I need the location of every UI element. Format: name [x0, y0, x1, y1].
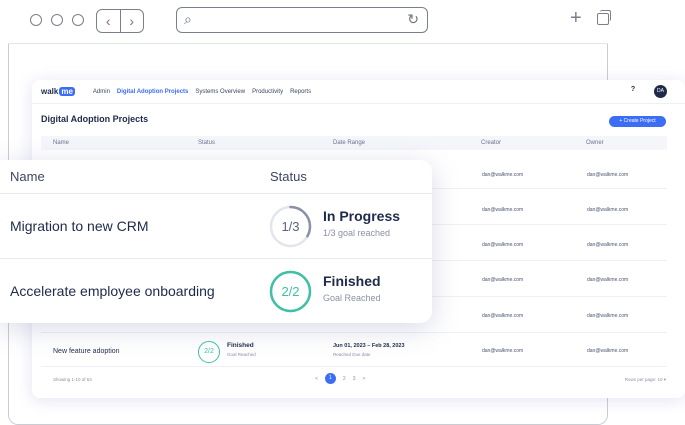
page-1[interactable]: 1 — [324, 373, 336, 384]
row-divider — [41, 366, 667, 367]
overlay-col-status[interactable]: Status — [270, 169, 307, 184]
logo-text: walk — [41, 87, 59, 96]
progress-label: 2/2 — [281, 284, 300, 299]
browser-toolbar: ‹ › ⌕ ↻ + — [8, 0, 611, 44]
row-creator: dan@walkme.com — [482, 242, 524, 248]
overlay-header: Name Status — [0, 160, 432, 194]
row-creator: dan@walkme.com — [482, 313, 524, 319]
progress-ring: 2/2 — [269, 270, 312, 313]
row-owner: dan@walkme.com — [587, 207, 629, 213]
avatar[interactable]: DA — [654, 85, 667, 98]
progress-ring: 1/3 — [269, 205, 312, 248]
zoomed-projects-card: Name Status Migration to new CRM 1/3 In … — [0, 160, 432, 323]
project-status-sub: Goal Reached — [323, 293, 381, 303]
row-creator: dan@walkme.com — [482, 277, 524, 283]
page-title: Digital Adoption Projects — [41, 114, 149, 124]
rows-per-page-select[interactable]: 10 ▾ — [657, 377, 666, 382]
window-controls — [30, 14, 84, 26]
minimize-dot-icon[interactable] — [51, 14, 63, 26]
back-icon[interactable]: ‹ — [97, 10, 121, 32]
history-nav: ‹ › — [96, 9, 144, 33]
row-owner: dan@walkme.com — [587, 172, 629, 178]
search-icon: ⌕ — [184, 11, 192, 27]
project-row[interactable]: Migration to new CRM 1/3 In Progress 1/3… — [0, 194, 432, 258]
rows-per-page[interactable]: Rows per page: 10 ▾ — [625, 377, 666, 383]
row-owner: dan@walkme.com — [587, 313, 629, 319]
col-owner[interactable]: Owner — [586, 140, 604, 146]
row-creator: dan@walkme.com — [482, 172, 524, 178]
reload-icon[interactable]: ↻ — [407, 11, 419, 28]
row-date-sub: Reached Due date — [333, 352, 371, 357]
row-owner: dan@walkme.com — [587, 348, 629, 354]
nav-digital-adoption-projects[interactable]: Digital Adoption Projects — [117, 89, 188, 95]
nav-reports[interactable]: Reports — [290, 89, 311, 95]
page-3[interactable]: 3 — [353, 376, 356, 382]
maximize-dot-icon[interactable] — [72, 14, 84, 26]
create-project-button[interactable]: + Create Project — [609, 116, 666, 127]
col-name[interactable]: Name — [53, 140, 69, 146]
nav-systems-overview[interactable]: Systems Overview — [195, 89, 245, 95]
row-creator: dan@walkme.com — [482, 207, 524, 213]
col-date-range[interactable]: Date Range — [333, 140, 365, 146]
help-icon[interactable]: ? — [627, 86, 639, 98]
project-name[interactable]: Migration to new CRM — [10, 218, 149, 234]
row-creator: dan@walkme.com — [482, 348, 524, 354]
col-creator[interactable]: Creator — [481, 140, 501, 146]
logo-badge: me — [59, 87, 75, 96]
project-status: In Progress — [323, 208, 401, 224]
row-status: Finished — [227, 342, 254, 349]
progress-label: 1/3 — [281, 219, 300, 234]
address-bar[interactable]: ⌕ ↻ — [176, 7, 428, 33]
nav-productivity[interactable]: Productivity — [252, 89, 283, 95]
row-owner: dan@walkme.com — [587, 242, 629, 248]
forward-icon[interactable]: › — [121, 10, 144, 32]
project-name[interactable]: Accelerate employee onboarding — [10, 283, 215, 299]
row-status-sub: Goal Reached — [227, 352, 256, 357]
row-owner: dan@walkme.com — [587, 277, 629, 283]
col-status[interactable]: Status — [198, 140, 215, 146]
rows-per-page-label: Rows per page: — [624, 377, 657, 382]
row-date-range: Jun 01, 2023 – Feb 28, 2023 — [333, 343, 405, 349]
overlay-col-name[interactable]: Name — [10, 169, 45, 184]
row-project-name[interactable]: New feature adoption — [53, 348, 120, 355]
close-dot-icon[interactable] — [30, 14, 42, 26]
top-navigation: walk me Admin Digital Adoption Projects S… — [32, 80, 685, 104]
walkme-logo[interactable]: walk me — [41, 87, 75, 96]
project-status-sub: 1/3 goal reached — [323, 228, 391, 238]
nav-admin[interactable]: Admin — [93, 89, 110, 95]
pagination-summary: Showing 1-10 of 53 — [53, 377, 92, 382]
new-tab-icon[interactable]: + — [570, 7, 582, 30]
project-status: Finished — [323, 273, 381, 289]
pagination: < 1 2 3 > — [315, 373, 365, 384]
page-2[interactable]: 2 — [343, 376, 346, 382]
progress-ring: 2/2 — [198, 341, 220, 363]
project-row[interactable]: Accelerate employee onboarding 2/2 Finis… — [0, 258, 432, 322]
prev-page-icon[interactable]: < — [315, 376, 318, 382]
row-divider — [41, 332, 667, 333]
tabs-overview-icon[interactable] — [597, 10, 611, 25]
next-page-icon[interactable]: > — [362, 376, 365, 382]
table-header: Name Status Date Range Creator Owner — [41, 136, 667, 150]
